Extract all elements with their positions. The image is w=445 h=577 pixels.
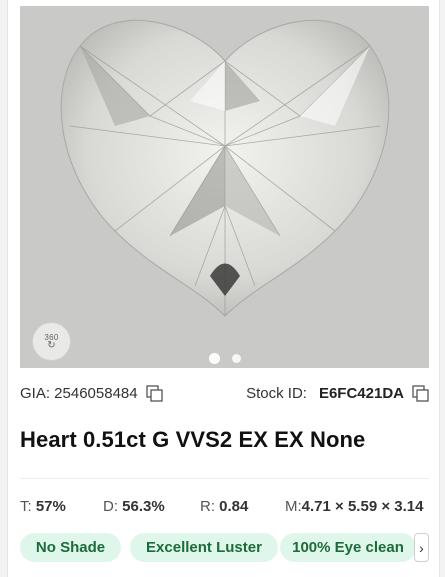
- copy-gia-icon[interactable]: [145, 385, 163, 402]
- product-title: Heart 0.51ct G VVS2 EX EX None: [20, 427, 366, 452]
- stock-id: Stock ID: E6FC421DA: [246, 385, 429, 402]
- card-right-edge: [439, 0, 445, 577]
- spec-row: T: 57% D: 56.3% R: 0.84 M:4.71 × 5.59 × …: [20, 498, 429, 518]
- spec-ratio-label: R:: [200, 498, 215, 515]
- gallery-pagination: [20, 353, 429, 364]
- diamond-photo: [60, 19, 390, 317]
- spec-depth-label: D:: [103, 498, 118, 515]
- chip-excellent-luster: Excellent Luster: [130, 533, 278, 562]
- identifiers-row: GIA: 2546058484 Stock ID: E6FC421DA: [20, 383, 429, 405]
- spec-measurements-label: M:: [285, 498, 302, 515]
- spec-depth: D: 56.3%: [103, 498, 165, 515]
- chevron-right-icon: ›: [419, 539, 424, 556]
- spec-table-value: 57%: [35, 498, 66, 515]
- spec-table-label: T:: [20, 498, 32, 515]
- gia-number: GIA: 2546058484: [20, 385, 163, 402]
- diamond-image-gallery[interactable]: 360 ↻: [20, 6, 429, 368]
- chip-eye-clean: 100% Eye clean: [280, 533, 416, 562]
- spec-measurements: M:4.71 × 5.59 × 3.14: [285, 498, 423, 515]
- stock-id-value: E6FC421DA: [318, 385, 404, 402]
- gallery-dot-1[interactable]: [208, 353, 220, 364]
- spec-table: T: 57%: [20, 498, 66, 515]
- feature-chips: No Shade Excellent Luster 100% Eye clean…: [20, 533, 429, 563]
- gallery-dot-2[interactable]: [231, 354, 241, 363]
- spec-measurements-value: 4.71 × 5.59 × 3.14: [301, 498, 424, 515]
- spec-depth-value: 56.3%: [122, 498, 165, 515]
- gia-label: GIA: 2546058484: [20, 385, 138, 402]
- stock-id-label: Stock ID:: [246, 385, 307, 402]
- chip-no-shade: No Shade: [20, 533, 121, 562]
- divider: [20, 478, 429, 479]
- rotate-360-icon: ↻: [47, 339, 56, 351]
- copy-stock-icon[interactable]: [412, 385, 429, 402]
- chips-next-button[interactable]: ›: [414, 533, 429, 562]
- spec-ratio: R: 0.84: [200, 498, 248, 515]
- spec-ratio-value: 0.84: [219, 498, 249, 515]
- card-left-edge: [0, 0, 8, 577]
